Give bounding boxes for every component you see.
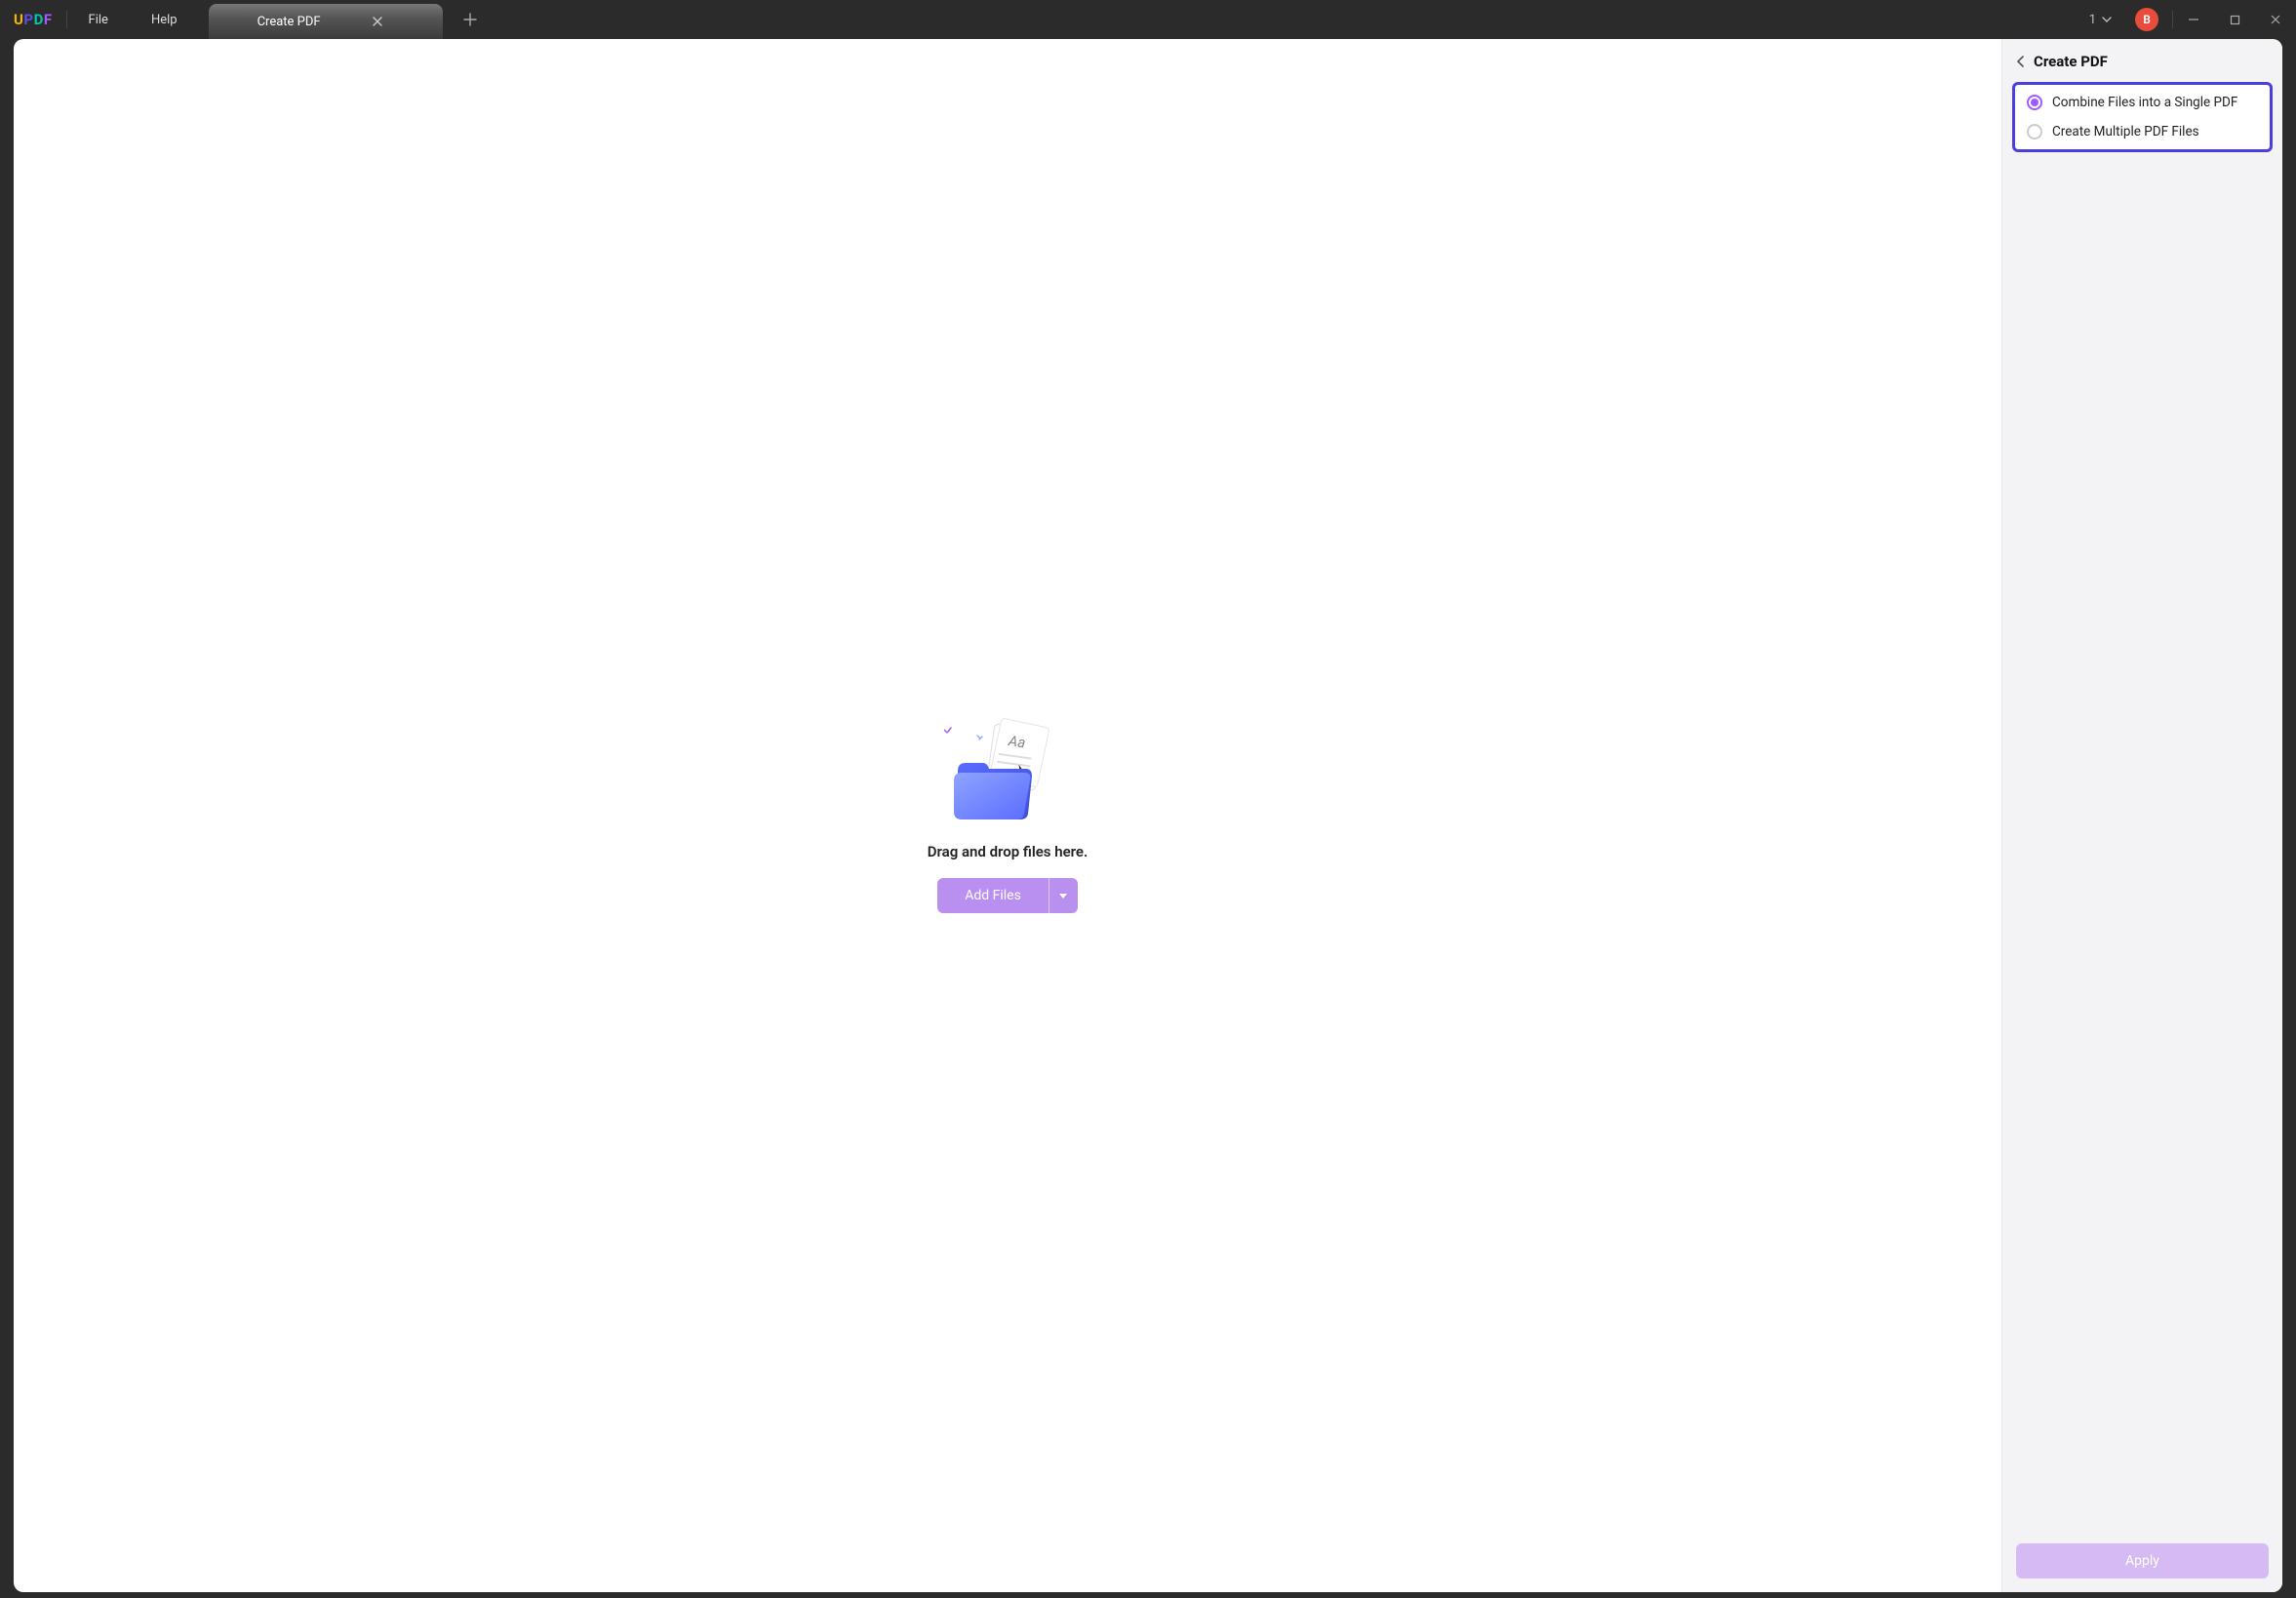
option-combine-files[interactable]: Combine Files into a Single PDF [2027, 95, 2258, 110]
drop-zone-text: Drag and drop files here. [928, 843, 1089, 860]
radio-unselected-icon [2027, 124, 2042, 140]
dropdown-value: 1 [2089, 13, 2096, 27]
side-panel-title: Create PDF [2034, 53, 2108, 70]
close-button[interactable] [2255, 0, 2296, 39]
minimize-button[interactable] [2173, 0, 2214, 39]
apply-button[interactable]: Apply [2016, 1543, 2269, 1578]
new-tab-button[interactable] [455, 4, 486, 35]
titlebar: UPDF File Help Create PDF 1 B [0, 0, 2296, 39]
svg-text:Aa: Aa [1007, 732, 1027, 751]
caret-down-icon [1059, 894, 1067, 899]
folder-illustration: Aa [944, 718, 1071, 825]
chevron-down-icon [2102, 17, 2112, 22]
option-label: Create Multiple PDF Files [2052, 124, 2199, 140]
side-panel-header: Create PDF [2002, 39, 2282, 82]
chevron-left-icon [2016, 56, 2024, 67]
add-files-dropdown[interactable] [1049, 878, 1078, 913]
side-panel: Create PDF Combine Files into a Single P… [2001, 39, 2282, 1592]
close-icon[interactable] [370, 14, 385, 29]
drop-zone[interactable]: Aa [14, 39, 2001, 1592]
content-area: Aa [14, 39, 2282, 1592]
option-label: Combine Files into a Single PDF [2052, 95, 2237, 110]
add-files-label: Add Files [937, 888, 1049, 903]
option-multiple-files[interactable]: Create Multiple PDF Files [2027, 124, 2258, 140]
tab-title: Create PDF [257, 15, 321, 29]
tab-create-pdf[interactable]: Create PDF [209, 4, 443, 39]
create-pdf-options: Combine Files into a Single PDF Create M… [2012, 82, 2273, 152]
back-button[interactable] [2016, 56, 2024, 67]
menu-help[interactable]: Help [130, 0, 199, 39]
menu-file[interactable]: File [67, 0, 130, 39]
app-logo: UPDF [0, 11, 66, 28]
window-count-dropdown[interactable]: 1 [2079, 13, 2121, 27]
radio-selected-icon [2027, 95, 2042, 110]
add-files-button[interactable]: Add Files [937, 878, 1078, 913]
avatar[interactable]: B [2135, 8, 2158, 31]
maximize-button[interactable] [2214, 0, 2255, 39]
